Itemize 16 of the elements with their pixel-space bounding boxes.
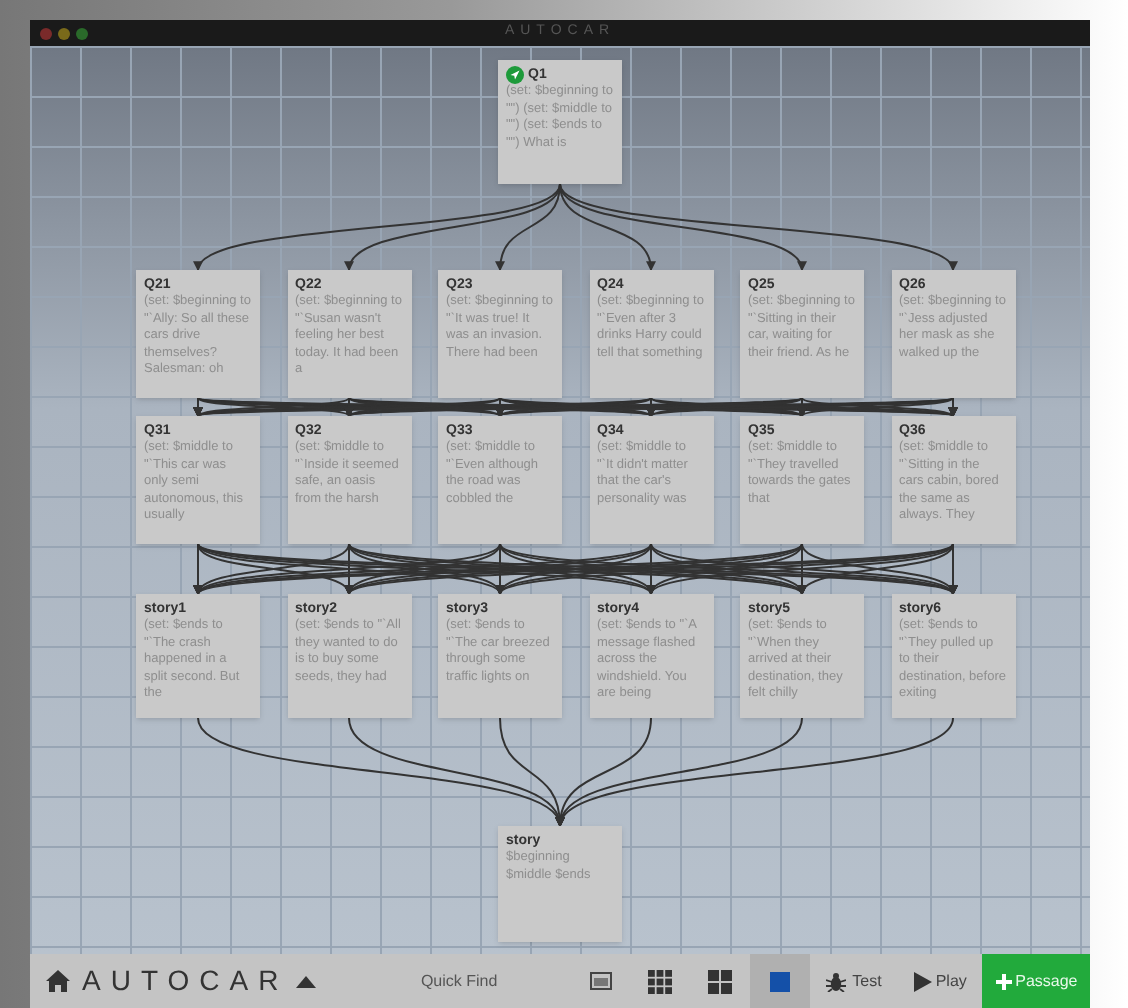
- bug-icon: [826, 971, 847, 991]
- zoom-view-button[interactable]: [750, 954, 811, 1008]
- grid-icon: [648, 969, 673, 993]
- quick-find-field[interactable]: Quick Find: [420, 969, 551, 993]
- test-button[interactable]: Test: [810, 954, 898, 1008]
- home-icon[interactable]: [46, 970, 70, 992]
- window-icon: [589, 972, 612, 990]
- square-icon: [770, 971, 791, 991]
- play-icon: [913, 971, 932, 991]
- minimize-button[interactable]: [58, 27, 70, 39]
- story-menu-button[interactable]: AUTOCAR: [82, 960, 317, 1002]
- zoom-button[interactable]: [76, 27, 88, 39]
- play-button[interactable]: Play: [897, 954, 983, 1008]
- caret-icon: [296, 975, 317, 987]
- plus-icon: [995, 973, 1012, 989]
- grid-icon: [708, 969, 733, 993]
